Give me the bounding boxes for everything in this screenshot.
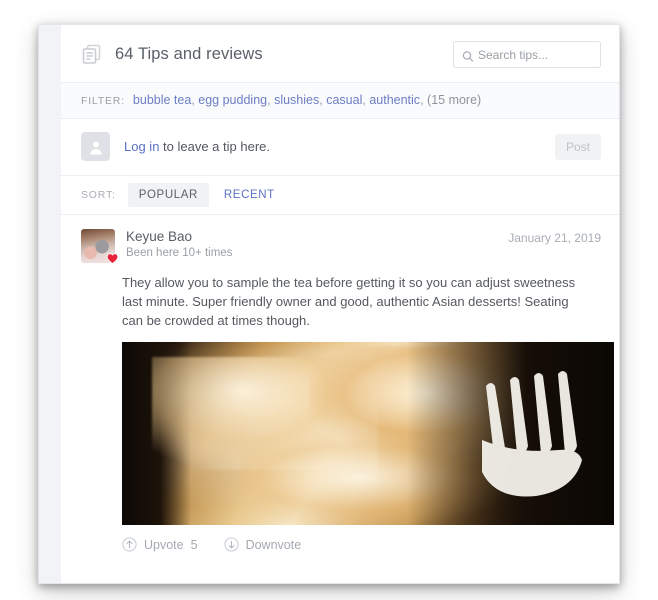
filter-separator: , [319,93,323,107]
filter-tag-authentic[interactable]: authentic [369,93,420,107]
upvote-label: Upvote [144,537,184,552]
filter-more-link[interactable]: (15 more) [427,93,481,107]
search-tips-box[interactable] [453,41,601,68]
tip-date: January 21, 2019 [508,231,601,246]
filter-separator: , [191,93,195,107]
filter-label: FILTER: [81,95,125,107]
filter-separator: , [267,93,271,107]
arrow-up-circle-icon [122,537,137,552]
filter-separator: , [362,93,366,107]
filter-tag-slushies[interactable]: slushies [274,93,319,107]
downvote-button[interactable]: Downvote [224,537,302,552]
tab-recent[interactable]: RECENT [213,183,286,207]
leave-tip-row: Log in to leave a tip here. Post [61,119,619,177]
tip-user-block: Keyue Bao Been here 10+ times [126,229,508,259]
user-silhouette-icon [81,132,110,162]
filter-separator: , [420,93,424,107]
leave-tip-prompt: Log in to leave a tip here. [124,139,555,154]
tips-card: 64 Tips and reviews FILTER: bubble tea, … [61,25,619,583]
heart-icon [106,252,119,265]
page-title: 64 Tips and reviews [115,45,263,63]
tip-username[interactable]: Keyue Bao [126,229,508,244]
post-button[interactable]: Post [555,133,601,160]
filter-tag-egg-pudding[interactable]: egg pudding [198,93,267,107]
vote-row: Upvote 5 Downvote [122,537,601,568]
filter-tag-list: bubble tea, egg pudding, slushies, casua… [133,92,481,108]
filter-row: FILTER: bubble tea, egg pudding, slushie… [61,82,619,120]
tip-header: Keyue Bao Been here 10+ times January 21… [81,229,601,265]
tip-photo[interactable] [122,342,614,526]
downvote-label: Downvote [245,537,302,552]
filter-tag-casual[interactable]: casual [326,93,362,107]
upvote-button[interactable]: Upvote 5 [122,537,198,552]
arrow-down-circle-icon [224,537,239,552]
sort-row: SORT: POPULAR RECENT [61,176,619,216]
avatar[interactable] [81,229,119,265]
search-icon [462,49,474,62]
tab-popular[interactable]: POPULAR [127,183,209,208]
sort-label: SORT: [81,189,116,202]
leave-tip-text: to leave a tip here. [159,139,270,155]
tip-item: Keyue Bao Been here 10+ times January 21… [61,215,619,568]
search-input[interactable] [478,42,600,67]
log-in-link[interactable]: Log in [124,139,159,154]
tip-checkins: Been here 10+ times [126,247,233,260]
fork-icon [458,352,608,502]
tips-list-icon [81,44,103,66]
tips-header-left: 64 Tips and reviews [81,44,263,66]
tip-text: They allow you to sample the tea before … [122,275,576,329]
tips-header: 64 Tips and reviews [61,25,619,82]
upvote-count: 5 [190,537,198,552]
filter-tag-bubble-tea[interactable]: bubble tea [133,93,191,107]
page-shell: 64 Tips and reviews FILTER: bubble tea, … [38,24,620,584]
